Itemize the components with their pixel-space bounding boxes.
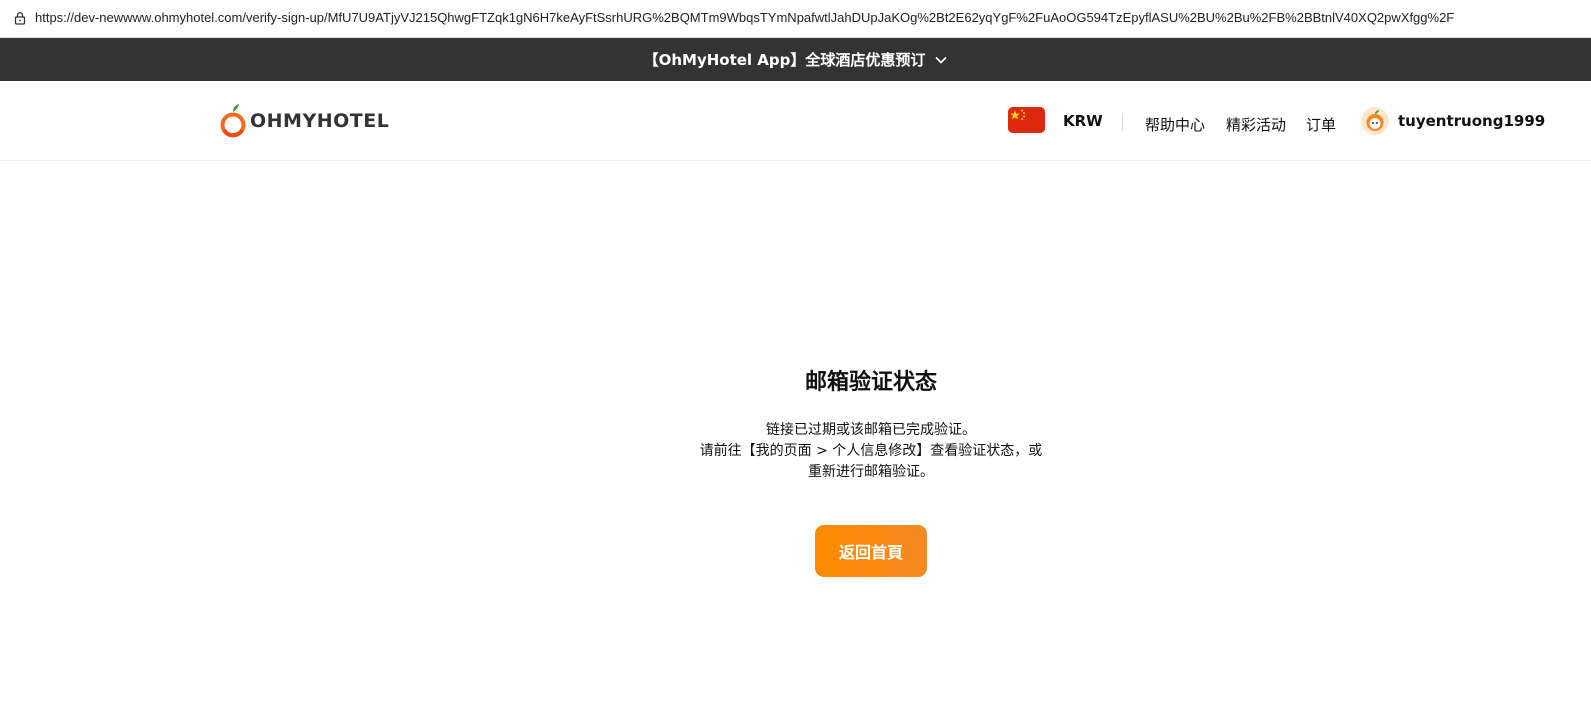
currency-selector[interactable]: KRW [1063, 112, 1103, 130]
logo-text: OHMYHOTEL [250, 110, 390, 132]
promo-banner[interactable]: 【OhMyHotel App】全球酒店优惠预订 [0, 38, 1591, 81]
site-header: OHMYHOTEL KRW 帮助中心 精彩活动 订单 tuyentruong19… [0, 81, 1591, 161]
username[interactable]: tuyentruong1999 [1398, 112, 1545, 130]
avatar[interactable] [1361, 107, 1389, 135]
page-title: 邮箱验证状态 [804, 370, 937, 395]
browser-address-bar[interactable]: https://dev-newwww.ohmyhotel.com/verify-… [0, 0, 1591, 38]
nav-divider [1122, 113, 1123, 131]
lock-icon [14, 12, 26, 25]
promo-text: 【OhMyHotel App】全球酒店优惠预订 [643, 51, 926, 69]
chevron-down-icon[interactable] [935, 56, 947, 64]
orange-logo-icon [220, 104, 246, 138]
url-text[interactable]: https://dev-newwww.ohmyhotel.com/verify-… [35, 10, 1454, 25]
logo[interactable]: OHMYHOTEL [219, 101, 389, 141]
back-to-home-button[interactable]: 返回首頁 [815, 525, 927, 577]
message-line: 链接已过期或该邮箱已完成验证。 [766, 422, 976, 438]
nav-orders[interactable]: 订单 [1306, 114, 1336, 135]
nav-help-center[interactable]: 帮助中心 [1145, 114, 1205, 135]
message-line: 请前往【我的页面 > 个人信息修改】查看验证状态，或 [699, 443, 1043, 459]
message-line: 重新进行邮箱验证。 [808, 464, 934, 480]
status-message: 链接已过期或该邮箱已完成验证。 请前往【我的页面 > 个人信息修改】查看验证状态… [0, 420, 1591, 483]
china-flag-icon[interactable] [1008, 107, 1045, 133]
main-content: 邮箱验证状态 链接已过期或该邮箱已完成验证。 请前往【我的页面 > 个人信息修改… [0, 161, 1591, 724]
nav-events[interactable]: 精彩活动 [1226, 114, 1286, 135]
